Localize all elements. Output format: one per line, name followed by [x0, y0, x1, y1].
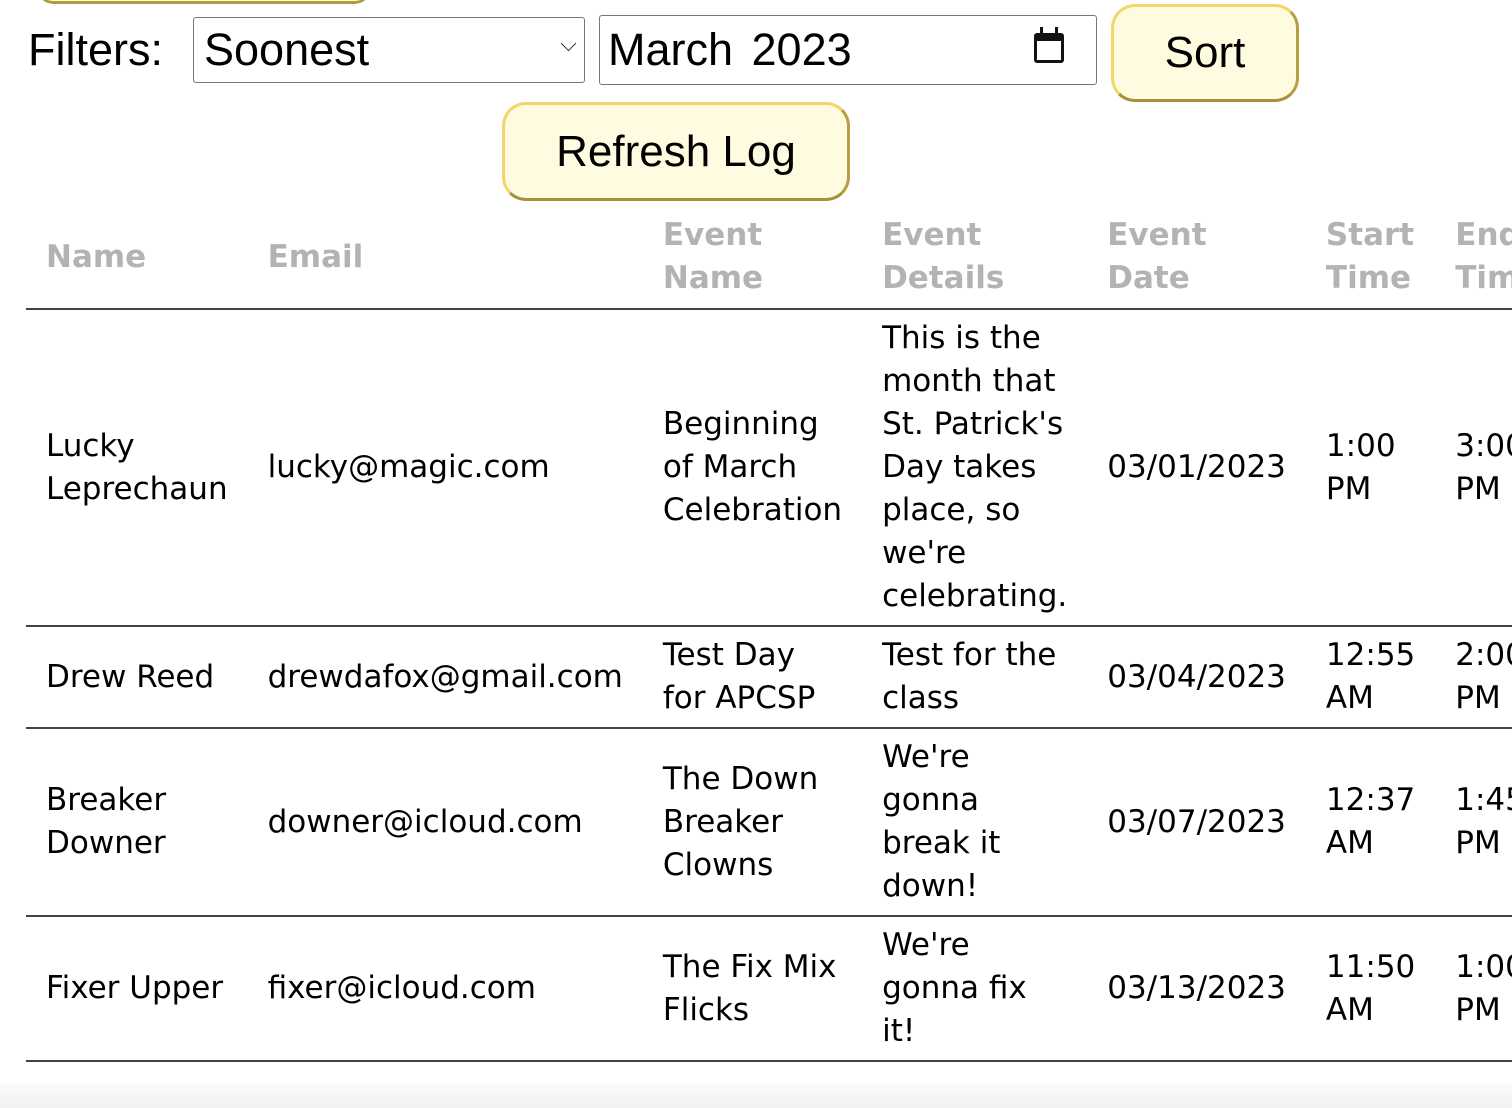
cell-event-details: We're gonna fix it! — [862, 916, 1088, 1062]
cell-email: fixer@icloud.com — [247, 916, 643, 1062]
table-row: Lucky Leprechaun lucky@magic.com Beginning… — [26, 309, 1512, 627]
cell-email: downer@icloud.com — [247, 728, 643, 917]
cell-name: Fixer Upper — [26, 916, 248, 1062]
cell-event-name: The Down Breaker Clowns — [642, 728, 863, 917]
bottom-bar — [0, 1084, 1512, 1108]
cell-email: drewdafox@gmail.com — [247, 626, 643, 729]
chevron-down-icon — [560, 35, 577, 52]
header-event-date: Event Date — [1087, 206, 1306, 310]
sort-order-select[interactable]: Soonest — [193, 17, 585, 83]
table-body: Lucky Leprechaun lucky@magic.com Beginning… — [26, 309, 1512, 1062]
cell-end-time: 1:45 PM — [1435, 728, 1512, 917]
table-row: Fixer Upper fixer@icloud.com The Fix Mix F… — [26, 916, 1512, 1062]
cell-start-time: 11:50 AM — [1305, 916, 1436, 1062]
previous-button-edge[interactable] — [36, 0, 372, 4]
sort-order-selected-value: Soonest — [204, 24, 370, 75]
cell-event-details: We're gonna break it down! — [862, 728, 1088, 917]
cell-event-details: This is the month that St. Patrick's Day… — [862, 309, 1088, 627]
table-row: Drew Reed drewdafox@gmail.com Test Day for… — [26, 626, 1512, 729]
month-input[interactable]: March 2023 — [599, 15, 1097, 85]
header-name: Name — [26, 206, 248, 310]
event-log-table: Name Email Event Name Event Details Event Da… — [26, 206, 1512, 1062]
header-end-time: End Time — [1435, 206, 1512, 310]
header-event-name: Event Name — [642, 206, 863, 310]
cell-end-time: 1:00 PM — [1435, 916, 1512, 1062]
header-start-time: Start Time — [1305, 206, 1436, 310]
cell-start-time: 12:37 AM — [1305, 728, 1436, 917]
cell-event-date: 03/04/2023 — [1087, 626, 1306, 729]
cell-event-date: 03/07/2023 — [1087, 728, 1306, 917]
cell-event-date: 03/01/2023 — [1087, 309, 1306, 627]
cell-email: lucky@magic.com — [247, 309, 643, 627]
cell-event-name: The Fix Mix Flicks — [642, 916, 863, 1062]
cell-event-date: 03/13/2023 — [1087, 916, 1306, 1062]
cell-name: Breaker Downer — [26, 728, 248, 917]
cell-end-time: 3:00 PM — [1435, 309, 1512, 627]
month-input-value: March 2023 — [608, 24, 852, 75]
cell-event-details: Test for the class — [862, 626, 1088, 729]
cell-event-name: Beginning of March Celebration — [642, 309, 863, 627]
table-row: Breaker Downer downer@icloud.com The Down … — [26, 728, 1512, 917]
filters-label: Filters: — [28, 24, 163, 75]
cell-name: Lucky Leprechaun — [26, 309, 248, 627]
header-email: Email — [247, 206, 643, 310]
cell-name: Drew Reed — [26, 626, 248, 729]
table-header-row: Name Email Event Name Event Details Event Da… — [26, 206, 1512, 310]
cell-start-time: 12:55 AM — [1305, 626, 1436, 729]
cell-end-time: 2:00 PM — [1435, 626, 1512, 729]
calendar-icon[interactable] — [1034, 27, 1064, 63]
cell-event-name: Test Day for APCSP — [642, 626, 863, 729]
cell-start-time: 1:00 PM — [1305, 309, 1436, 627]
sort-button[interactable]: Sort — [1111, 4, 1299, 102]
refresh-log-button[interactable]: Refresh Log — [502, 102, 850, 201]
header-event-details: Event Details — [862, 206, 1088, 310]
